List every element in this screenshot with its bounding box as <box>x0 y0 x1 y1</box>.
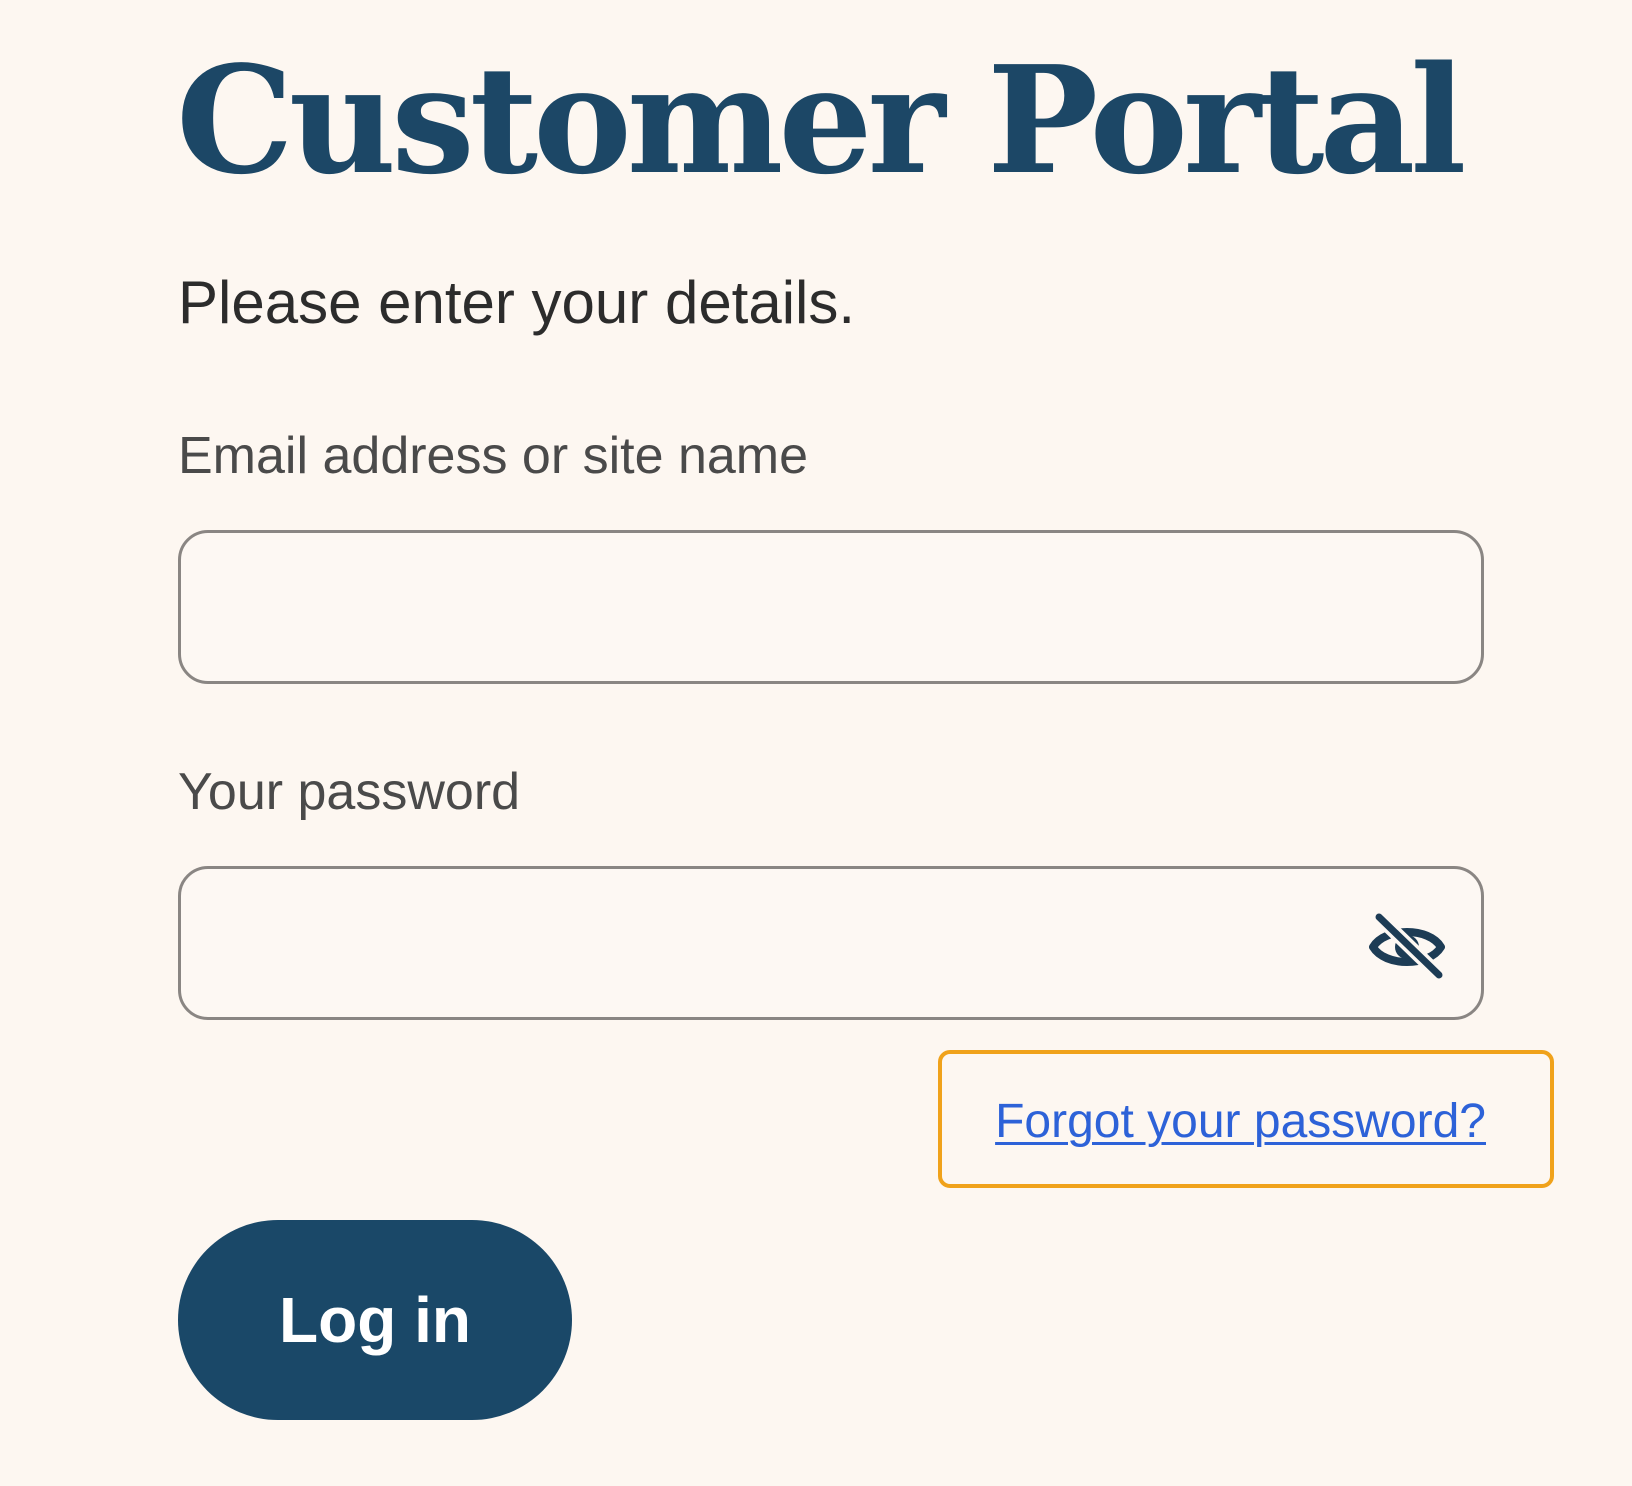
login-page: Customer Portal Please enter your detail… <box>0 0 1632 1486</box>
page-subtitle: Please enter your details. <box>178 269 856 336</box>
email-input[interactable] <box>201 543 1365 673</box>
page-title: Customer Portal <box>176 33 1467 207</box>
forgot-password-focus-ring: Forgot your password? <box>938 1050 1554 1188</box>
password-field[interactable] <box>178 866 1484 1020</box>
email-label: Email address or site name <box>178 427 809 485</box>
password-label: Your password <box>178 763 521 821</box>
eye-slash-icon[interactable] <box>1367 911 1447 979</box>
password-input[interactable] <box>201 879 1365 1009</box>
login-button[interactable]: Log in <box>178 1220 572 1420</box>
email-field[interactable] <box>178 530 1484 684</box>
forgot-password-link[interactable]: Forgot your password? <box>995 1094 1486 1150</box>
